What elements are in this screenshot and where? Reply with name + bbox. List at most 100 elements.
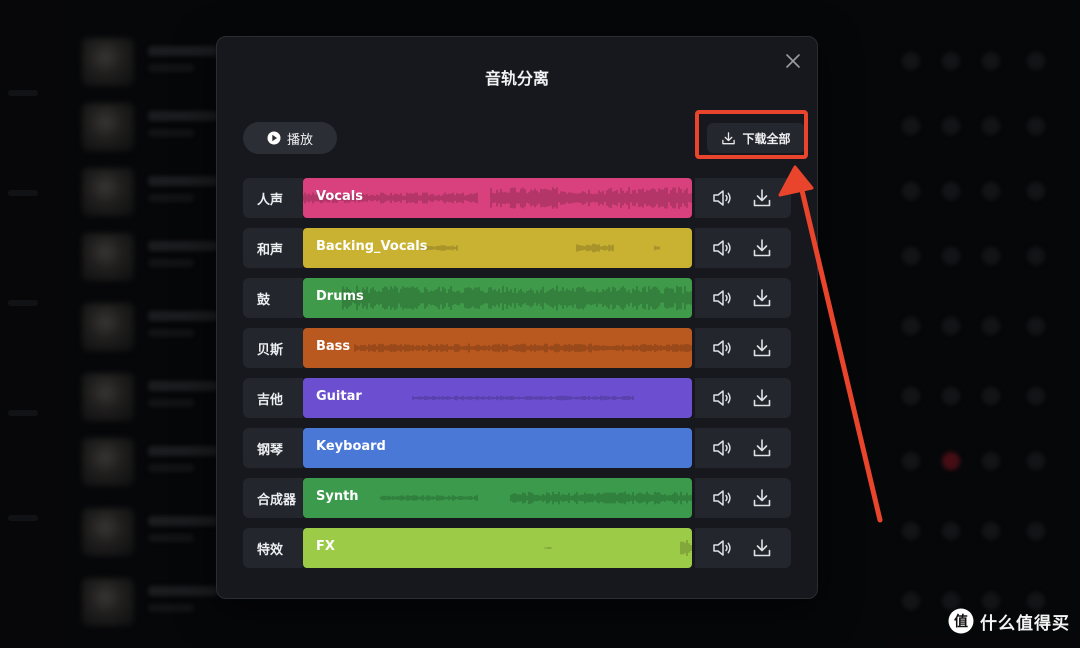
download-icon: [753, 339, 771, 357]
track-waveform-bar[interactable]: Guitar: [303, 378, 692, 418]
svg-text:值: 值: [954, 613, 968, 630]
volume-icon: [713, 340, 731, 356]
track-row: 人声 Vocals: [243, 178, 791, 218]
close-icon: [786, 54, 800, 68]
track-actions: [695, 528, 791, 568]
track-label-text: 吉他: [257, 392, 284, 408]
track-label-text: 和声: [257, 242, 284, 258]
track-volume-button[interactable]: [711, 237, 733, 259]
download-icon: [753, 389, 771, 407]
track-download-button[interactable]: [751, 537, 773, 559]
track-label-text: 人声: [257, 192, 284, 208]
download-icon: [753, 239, 771, 257]
track-download-button[interactable]: [751, 437, 773, 459]
track-row: 鼓 Drums: [243, 278, 791, 318]
screen: 音轨分离 播放 下载全部 人声 Vocals 和声 Backing_Vocals 鼓 Dr…: [0, 0, 1080, 648]
track-download-button[interactable]: [751, 487, 773, 509]
close-button[interactable]: [783, 51, 803, 71]
watermark-logo-icon: 值: [948, 608, 974, 634]
track-row: 特效 FX: [243, 528, 791, 568]
track-waveform-bar[interactable]: Synth: [303, 478, 692, 518]
track-row: 吉他 Guitar: [243, 378, 791, 418]
track-waveform-bar[interactable]: Drums: [303, 278, 692, 318]
track-label: 人声: [243, 178, 303, 218]
track-volume-button[interactable]: [711, 287, 733, 309]
track-actions: [695, 428, 791, 468]
volume-icon: [713, 390, 731, 406]
waveform-path: [342, 285, 692, 311]
track-label-text: 钢琴: [257, 442, 284, 458]
watermark: 值 什么值得买: [948, 608, 1070, 634]
waveform: [354, 343, 692, 353]
track-waveform-bar[interactable]: Vocals: [303, 178, 692, 218]
track-label: 合成器: [243, 478, 303, 518]
track-row: 贝斯 Bass: [243, 328, 791, 368]
track-waveform-bar[interactable]: FX: [303, 528, 692, 568]
track-label-text: 贝斯: [257, 342, 284, 358]
annotation-highlight-box: [695, 110, 808, 159]
waveform-path: [544, 540, 692, 556]
track-label-text: 合成器: [257, 492, 297, 508]
track-row: 合成器 Synth: [243, 478, 791, 518]
track-download-button[interactable]: [751, 187, 773, 209]
track-volume-button[interactable]: [711, 537, 733, 559]
track-waveform-bar[interactable]: Keyboard: [303, 428, 692, 468]
track-label: 贝斯: [243, 328, 303, 368]
waveform-path: [380, 491, 692, 505]
track-actions: [695, 328, 791, 368]
track-download-button[interactable]: [751, 237, 773, 259]
track-actions: [695, 278, 791, 318]
volume-icon: [713, 290, 731, 306]
track-label-text: 鼓: [257, 292, 271, 308]
track-stem-name: Keyboard: [316, 439, 386, 454]
track-volume-button[interactable]: [711, 487, 733, 509]
track-actions: [695, 478, 791, 518]
download-icon: [753, 189, 771, 207]
track-stem-name: Drums: [316, 289, 364, 304]
track-label: 特效: [243, 528, 303, 568]
track-stem-name: FX: [316, 539, 335, 554]
track-stem-name: Vocals: [316, 189, 363, 204]
waveform: [544, 540, 692, 556]
volume-icon: [713, 190, 731, 206]
play-button[interactable]: 播放: [243, 122, 337, 154]
download-icon: [753, 439, 771, 457]
track-volume-button[interactable]: [711, 187, 733, 209]
download-icon: [753, 539, 771, 557]
waveform: [380, 491, 692, 505]
play-label: 播放: [286, 132, 313, 148]
track-stem-name: Backing_Vocals: [316, 239, 428, 254]
track-download-button[interactable]: [751, 287, 773, 309]
track-actions: [695, 378, 791, 418]
track-label-text: 特效: [257, 542, 284, 558]
track-actions: [695, 178, 791, 218]
track-stem-name: Guitar: [316, 389, 362, 404]
track-download-button[interactable]: [751, 387, 773, 409]
track-label: 钢琴: [243, 428, 303, 468]
track-download-button[interactable]: [751, 337, 773, 359]
download-icon: [753, 489, 771, 507]
volume-icon: [713, 540, 731, 556]
volume-icon: [713, 440, 731, 456]
track-row: 钢琴 Keyboard: [243, 428, 791, 468]
play-icon: [267, 131, 281, 145]
waveform-path: [420, 243, 660, 253]
track-label: 吉他: [243, 378, 303, 418]
track-label: 和声: [243, 228, 303, 268]
track-row: 和声 Backing_Vocals: [243, 228, 791, 268]
dialog-title: 音轨分离: [484, 69, 549, 88]
track-volume-button[interactable]: [711, 337, 733, 359]
volume-icon: [713, 240, 731, 256]
track-label: 鼓: [243, 278, 303, 318]
track-volume-button[interactable]: [711, 437, 733, 459]
track-actions: [695, 228, 791, 268]
track-stem-name: Synth: [316, 489, 359, 504]
track-volume-button[interactable]: [711, 387, 733, 409]
track-waveform-bar[interactable]: Bass: [303, 328, 692, 368]
volume-icon: [713, 490, 731, 506]
waveform-path: [412, 395, 634, 401]
track-waveform-bar[interactable]: Backing_Vocals: [303, 228, 692, 268]
watermark-text: 什么值得买: [980, 613, 1070, 634]
download-icon: [753, 289, 771, 307]
track-stem-name: Bass: [316, 339, 351, 354]
